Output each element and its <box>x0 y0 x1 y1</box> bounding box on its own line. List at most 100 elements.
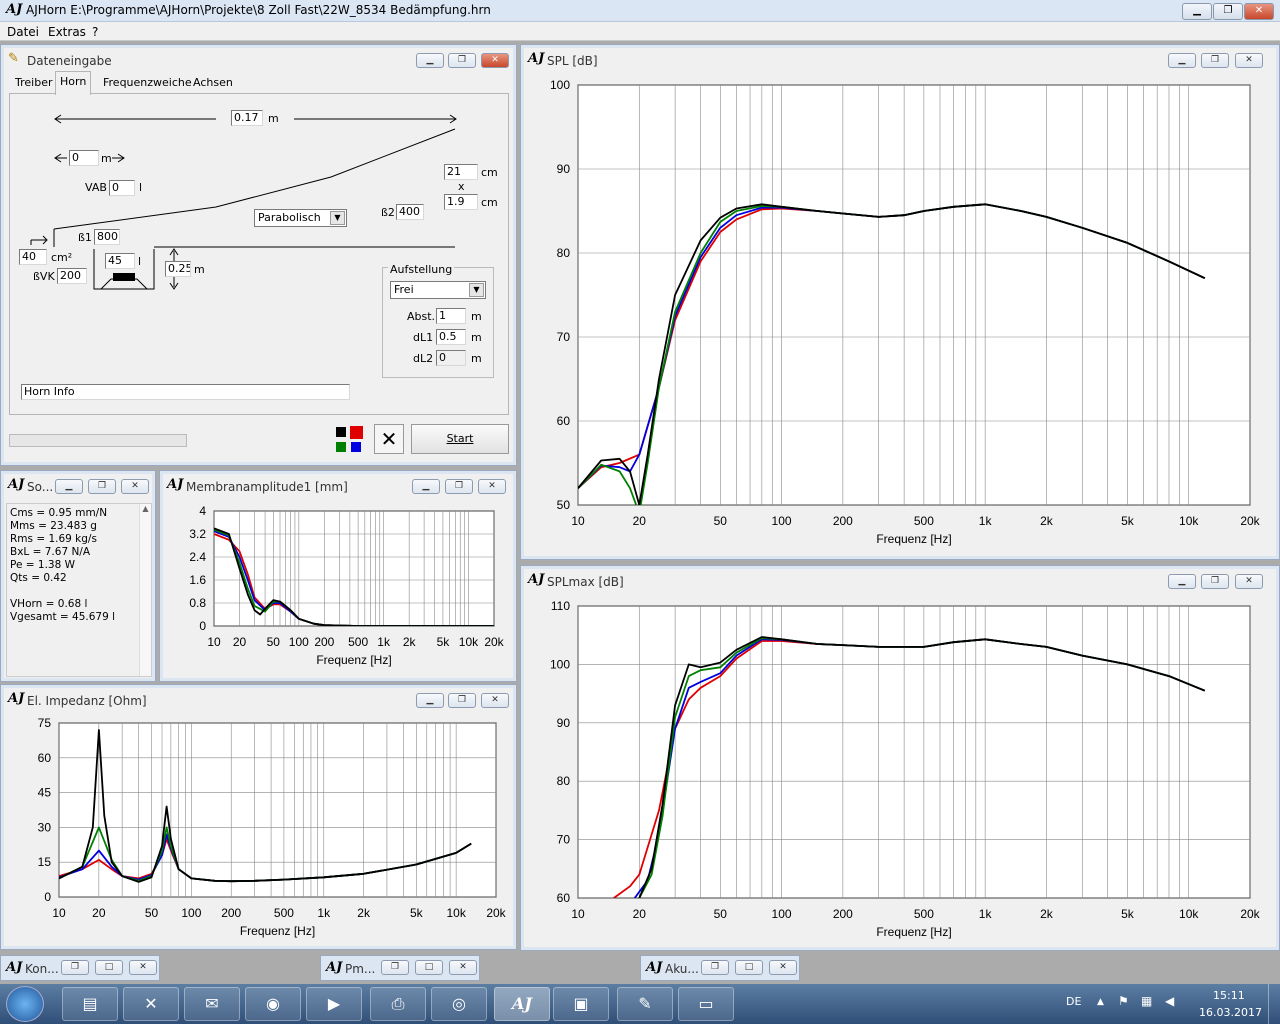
x-tick-label: 200 <box>833 907 853 921</box>
beta2-label: ß2 <box>381 206 395 219</box>
y-tick-label: 75 <box>38 716 52 730</box>
thunderbird-icon[interactable]: ✉ <box>184 987 240 1021</box>
tray-expand-icon[interactable]: ▲ <box>1097 997 1104 1007</box>
show-desktop-button[interactable] <box>1268 984 1280 1024</box>
mouth-height-unit: cm <box>481 196 498 209</box>
chart-svg: 60 70 80 90 100 110 10 20 50 100 200 500 1k 2k 5k 10k 20… <box>550 599 1261 939</box>
notepad-icon[interactable]: ▭ <box>678 987 734 1021</box>
horn-info-field[interactable]: Horn Info <box>21 384 350 400</box>
volume-input[interactable]: 45 <box>105 253 135 269</box>
winisd-icon[interactable]: ◎ <box>431 987 487 1021</box>
paint-icon[interactable]: ✎ <box>617 987 673 1021</box>
firefox-icon[interactable]: ◉ <box>245 987 301 1021</box>
cancel-button[interactable]: ✕ <box>374 424 404 454</box>
language-indicator[interactable]: DE <box>1066 995 1081 1008</box>
close-button[interactable]: ✕ <box>121 479 149 494</box>
chart-svg: 50 60 70 80 90 100 10 20 50 100 200 500 1k 2k 5k 10k 20k… <box>550 78 1261 546</box>
params-window: AJ So... ▁ ❐ ✕ Cms = 0.95 mm/N Mms = 23.4… <box>0 470 156 682</box>
x-axis-label: Frequenz [Hz] <box>316 653 391 667</box>
x-tick-label: 1k <box>317 906 331 920</box>
maximize-button[interactable]: ❐ <box>1213 3 1243 20</box>
photo-viewer-icon[interactable]: ▣ <box>553 987 609 1021</box>
ajhorn-taskbar-icon[interactable]: AJ <box>494 987 550 1021</box>
beta1-label: ß1 <box>78 231 92 244</box>
minimize-button[interactable]: ▁ <box>55 479 83 494</box>
minimize-button[interactable]: ▁ <box>1182 3 1212 20</box>
membran-window: AJ Membranamplitude1 [mm] ▁ ❐ ✕ 0 0.8 1.6 2… <box>159 470 517 682</box>
y-tick-label: 3.2 <box>189 527 206 541</box>
vab-input[interactable]: 0 <box>109 180 135 196</box>
depth-input[interactable]: 0.25 <box>165 261 191 277</box>
restore-button[interactable]: ❐ <box>701 960 729 975</box>
y-tick-label: 90 <box>557 162 571 176</box>
mouth-width-unit: cm <box>481 166 498 179</box>
close-button[interactable]: ✕ <box>449 960 477 975</box>
start-orb[interactable] <box>6 986 44 1022</box>
minimized-window-kon[interactable]: AJ Kon... ❐ □ ✕ <box>0 955 160 981</box>
x-tick-label: 10 <box>571 907 585 921</box>
action-center-icon[interactable]: ⚑ <box>1118 994 1129 1008</box>
x-tick-label: 2k <box>403 635 417 649</box>
offset-input[interactable]: 0 <box>69 150 99 166</box>
restore-button[interactable]: ❐ <box>381 960 409 975</box>
length-unit: m <box>268 112 279 125</box>
x-tick-label: 2k <box>357 906 371 920</box>
color-swatch-black <box>336 427 346 437</box>
window-caption: AJ So... ▁ ❐ ✕ <box>5 475 151 497</box>
scrollbar[interactable]: ▲ <box>139 504 151 676</box>
y-tick-label: 1.6 <box>189 573 206 587</box>
chevron-down-icon: ▼ <box>469 283 484 297</box>
beta1-input[interactable]: 800 <box>94 229 120 245</box>
aufstellung-select[interactable]: Frei ▼ <box>390 281 486 299</box>
close-button[interactable]: ✕ <box>769 960 797 975</box>
start-button[interactable]: Start <box>411 424 509 454</box>
minimized-window-aku[interactable]: AJ Aku... ❐ □ ✕ <box>640 955 800 981</box>
x-tick-label: 5k <box>410 906 424 920</box>
y-tick-label: 110 <box>551 599 570 613</box>
menu-datei[interactable]: Datei <box>7 25 39 39</box>
x-tick-label: 5k <box>1121 907 1135 921</box>
clock-time[interactable]: 15:11 <box>1213 989 1245 1002</box>
y-tick-label: 70 <box>557 330 571 344</box>
horn-length-input[interactable]: 0.17 <box>231 110 263 126</box>
y-tick-label: 100 <box>550 78 570 92</box>
maximize-button[interactable]: □ <box>95 960 123 975</box>
mouth-height-input[interactable]: 1.9 <box>444 194 478 210</box>
x-tick-label: 20k <box>486 906 506 920</box>
pdf-icon[interactable]: ⎙ <box>370 987 426 1021</box>
menubar: Datei Extras ? <box>0 22 1280 41</box>
volume-icon[interactable]: ◀ <box>1165 994 1174 1008</box>
media-player-icon[interactable]: ▶ <box>306 987 362 1021</box>
explorer-icon[interactable]: ▤ <box>62 987 118 1021</box>
y-tick-label: 0 <box>199 619 206 633</box>
restore-button[interactable]: ❐ <box>88 479 116 494</box>
chevron-down-icon: ▼ <box>330 211 345 225</box>
dl1-input[interactable]: 0.5 <box>436 329 466 345</box>
maximize-button[interactable]: □ <box>735 960 763 975</box>
clock-date[interactable]: 16.03.2017 <box>1199 1006 1262 1019</box>
x-tick-label: 10 <box>52 906 66 920</box>
network-icon[interactable]: ▦ <box>1141 994 1152 1008</box>
network-tool-icon[interactable]: ✕ <box>123 987 179 1021</box>
y-tick-label: 2.4 <box>189 550 206 564</box>
bvk-input[interactable]: 200 <box>57 268 87 284</box>
dl2-input[interactable]: 0 <box>436 350 466 366</box>
restore-button[interactable]: ❐ <box>61 960 89 975</box>
x-tick-label: 20k <box>1240 514 1260 528</box>
dateneingabe-window: ✎ Dateneingabe ▁ ❐ ✕ Treiber Horn Freque… <box>0 44 517 466</box>
menu-help[interactable]: ? <box>92 25 98 39</box>
params-list: Cms = 0.95 mm/N Mms = 23.483 g Rms = 1.69 … <box>6 503 152 677</box>
x-tick-label: 20k <box>1240 907 1260 921</box>
horn-profile-select[interactable]: Parabolisch ▼ <box>254 209 347 227</box>
close-button[interactable]: ✕ <box>129 960 157 975</box>
beta2-input[interactable]: 400 <box>396 204 424 220</box>
close-button[interactable]: ✕ <box>1244 3 1274 20</box>
vab-unit: l <box>139 181 143 194</box>
window-title: Kon... <box>25 962 59 976</box>
maximize-button[interactable]: □ <box>415 960 443 975</box>
menu-extras[interactable]: Extras <box>48 25 86 39</box>
minimized-window-pm[interactable]: AJ Pm... ❐ □ ✕ <box>320 955 480 981</box>
throat-area-input[interactable]: 40 <box>19 249 47 265</box>
abst-input[interactable]: 1 <box>436 308 466 324</box>
mouth-width-input[interactable]: 21 <box>444 164 478 180</box>
